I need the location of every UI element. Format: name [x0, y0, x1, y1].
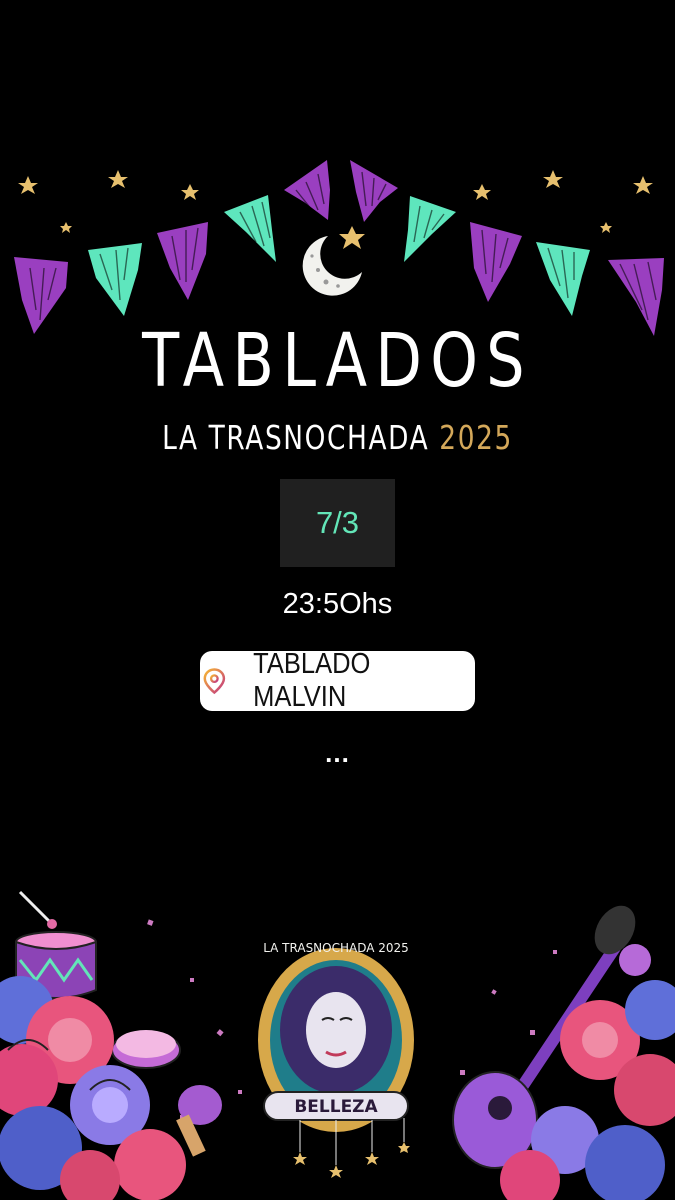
- tambourine-illustration: [111, 1030, 181, 1069]
- story-title: TABLADOS: [142, 318, 533, 404]
- location-label: TABLADO MALVIN: [252, 648, 371, 713]
- purple-flag: [350, 160, 398, 222]
- crescent-moon-icon: [302, 236, 362, 296]
- carnival-artwork: BELLEZA LA TRASNOCHADA 2025: [0, 890, 675, 1200]
- teal-flag: [404, 196, 456, 262]
- flowers-left: [0, 976, 186, 1200]
- subtitle-year: 2025: [439, 418, 513, 457]
- purple-flag: [157, 222, 208, 300]
- star-icon: [18, 170, 653, 249]
- emblem-banner-text: BELLEZA: [294, 1097, 378, 1117]
- belleza-emblem: BELLEZA LA TRASNOCHADA 2025: [258, 941, 414, 1178]
- emblem-arc-text: LA TRASNOCHADA 2025: [263, 941, 409, 955]
- teal-flag: [88, 243, 142, 316]
- map-pin-icon: [203, 668, 226, 695]
- location-sticker[interactable]: TABLADO MALVIN: [200, 648, 475, 713]
- subtitle-text: LA TRASNOCHADA: [162, 418, 430, 457]
- gourd-illustration: [176, 1085, 222, 1157]
- story-subtitle: LA TRASNOCHADA 2025: [68, 418, 608, 457]
- purple-flag: [284, 160, 330, 220]
- time-text: 23:5Ohs: [282, 588, 393, 620]
- date-sticker[interactable]: 7/3: [280, 479, 395, 567]
- more-text: ...: [325, 738, 350, 768]
